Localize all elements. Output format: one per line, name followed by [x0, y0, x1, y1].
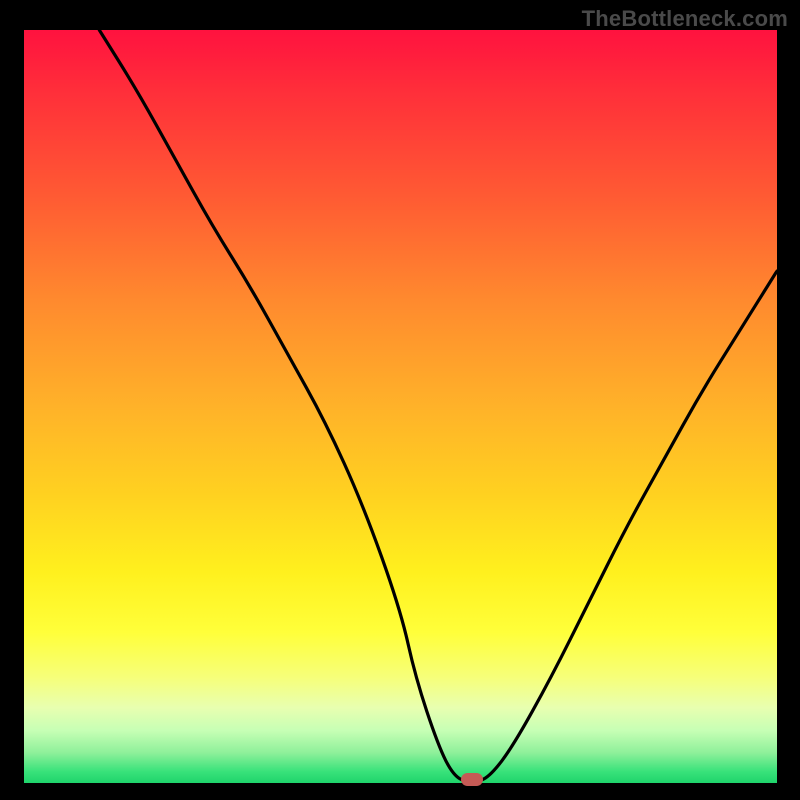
plot-outer — [24, 30, 777, 783]
watermark-text: TheBottleneck.com — [582, 6, 788, 32]
chart-frame: TheBottleneck.com — [0, 0, 800, 800]
curve-svg — [24, 30, 777, 783]
minimum-marker — [461, 773, 483, 786]
bottleneck-curve-path — [99, 30, 777, 783]
